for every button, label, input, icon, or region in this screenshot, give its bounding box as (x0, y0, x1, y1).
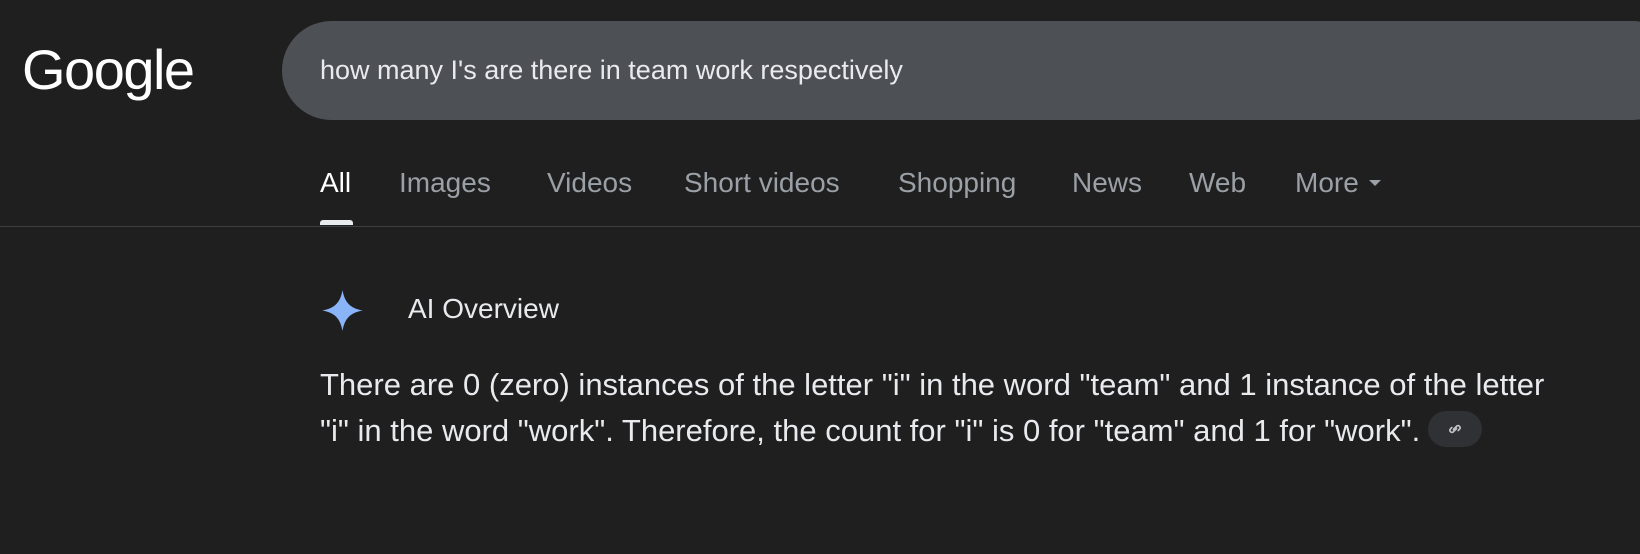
tab-web[interactable]: Web (1189, 162, 1246, 204)
ai-overview-answer: There are 0 (zero) instances of the lett… (320, 362, 1560, 454)
tab-images[interactable]: Images (399, 162, 491, 204)
tab-more-label: More (1295, 167, 1359, 198)
source-link-button[interactable] (1428, 410, 1483, 447)
tab-all[interactable]: All (320, 162, 351, 204)
search-tabs: All Images Videos Short videos Shopping … (0, 0, 1640, 228)
header-divider (0, 226, 1640, 227)
sparkle-icon (322, 290, 363, 331)
link-icon (1449, 424, 1462, 433)
active-tab-indicator (320, 220, 353, 225)
caret-down-icon (1368, 179, 1381, 186)
tab-videos[interactable]: Videos (547, 162, 632, 204)
tab-short-videos[interactable]: Short videos (684, 162, 840, 204)
tab-news[interactable]: News (1072, 162, 1142, 204)
tab-shopping[interactable]: Shopping (898, 162, 1016, 204)
tab-more[interactable]: More (1295, 162, 1381, 204)
search-results-page: Google how many I's are there in team wo… (0, 0, 1640, 554)
ai-overview-title: AI Overview (408, 293, 559, 324)
ai-overview-answer-text: There are 0 (zero) instances of the lett… (320, 367, 1545, 448)
